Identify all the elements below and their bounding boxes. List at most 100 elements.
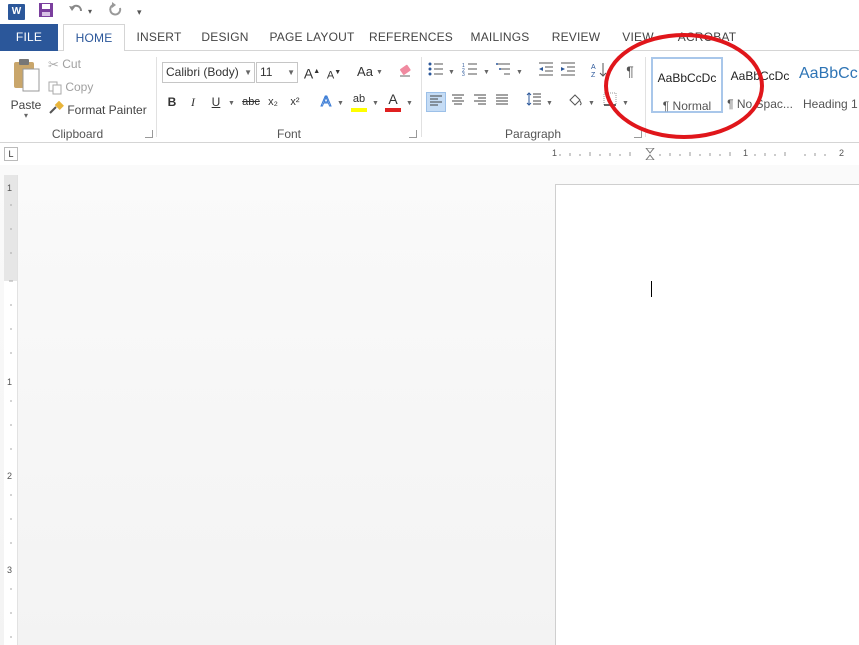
group-divider <box>645 57 646 137</box>
align-center-button[interactable] <box>448 92 468 112</box>
decrease-indent-icon <box>539 62 553 76</box>
tab-file[interactable]: FILE <box>0 24 58 51</box>
borders-button[interactable] <box>600 92 620 112</box>
clipboard-launcher-icon[interactable] <box>145 130 153 138</box>
undo-dropdown-icon[interactable]: ▾ <box>88 2 92 22</box>
chevron-down-icon[interactable]: ▼ <box>337 100 344 107</box>
tab-view[interactable]: VIEW <box>618 24 658 51</box>
customize-icon[interactable]: ▾ <box>137 2 142 22</box>
cut-label: Cut <box>62 57 81 71</box>
paste-label: Paste <box>10 98 42 112</box>
copy-button[interactable]: Copy <box>48 78 93 96</box>
redo-icon[interactable] <box>108 2 124 22</box>
increase-indent-button[interactable] <box>558 62 578 82</box>
line-spacing-button[interactable] <box>524 92 544 112</box>
justify-button[interactable] <box>492 92 512 112</box>
superscript-button[interactable]: x² <box>285 92 305 112</box>
chevron-down-icon[interactable]: ▼ <box>588 100 595 107</box>
style-heading-1-label: Heading 1 <box>803 97 858 111</box>
undo-icon[interactable] <box>68 2 84 22</box>
tab-acrobat[interactable]: ACROBAT <box>672 24 742 51</box>
numbering-button[interactable]: 123 <box>460 62 480 82</box>
borders-icon <box>603 92 617 106</box>
format-painter-label: Format Painter <box>67 103 147 117</box>
decrease-indent-button[interactable] <box>536 62 556 82</box>
text-cursor <box>651 281 652 297</box>
shrink-font-button[interactable]: A▼ <box>324 63 344 83</box>
chevron-down-icon[interactable]: ▼ <box>483 69 490 76</box>
align-center-icon <box>452 94 464 105</box>
subscript-button[interactable]: x₂ <box>263 92 283 112</box>
paragraph-group-label: Paragraph <box>504 127 562 141</box>
chevron-down-icon[interactable]: ▼ <box>376 69 383 76</box>
font-color-button[interactable]: A <box>383 89 403 112</box>
tab-page-layout[interactable]: PAGE LAYOUT <box>268 24 356 51</box>
ruler-label: 1 <box>552 148 558 158</box>
tab-mailings[interactable]: MAILINGS <box>466 24 534 51</box>
bold-button[interactable]: B <box>162 92 182 112</box>
style-heading-1[interactable]: AaBbCc Heading 1 <box>799 57 859 113</box>
text-effects-button[interactable]: A <box>316 92 336 112</box>
cut-button[interactable]: ✂ Cut <box>48 55 81 74</box>
show-formatting-button[interactable]: ¶ <box>620 61 640 81</box>
paste-dropdown-icon[interactable]: ▾ <box>8 112 44 120</box>
chevron-down-icon[interactable]: ▼ <box>516 69 523 76</box>
bullet-list-icon <box>428 62 443 76</box>
ruler-label: 2 <box>839 148 845 158</box>
clear-formatting-button[interactable] <box>396 62 416 82</box>
change-case-button[interactable]: Aa <box>352 62 378 82</box>
style-no-spacing[interactable]: AaBbCcDc ¶ No Spac... <box>727 57 793 113</box>
ruler-label: 1 <box>743 148 749 158</box>
style-normal[interactable]: AaBbCcDc ¶ Normal <box>651 57 723 113</box>
svg-text:Z: Z <box>591 72 596 78</box>
chevron-down-icon[interactable]: ▼ <box>372 100 379 107</box>
chevron-down-icon[interactable]: ▼ <box>622 100 629 107</box>
svg-text:3: 3 <box>462 72 465 76</box>
format-painter-button[interactable]: Format Painter <box>48 101 147 120</box>
strikethrough-button[interactable]: abc <box>240 92 262 112</box>
horizontal-ruler[interactable]: 1 1 2 <box>550 147 859 161</box>
underline-button[interactable]: U <box>206 92 226 112</box>
align-left-icon <box>430 95 442 106</box>
shading-button[interactable] <box>565 92 585 112</box>
copy-label: Copy <box>65 80 94 94</box>
grow-font-icon: A <box>303 65 314 82</box>
chevron-down-icon[interactable]: ▼ <box>228 100 235 107</box>
tab-references[interactable]: REFERENCES <box>368 24 454 51</box>
paragraph-launcher-icon[interactable] <box>634 130 642 138</box>
chevron-down-icon[interactable]: ▼ <box>546 100 553 107</box>
clipboard-group-label: Clipboard <box>51 127 104 141</box>
font-size-value: 11 <box>260 65 273 79</box>
multilevel-list-icon <box>496 63 510 75</box>
highlight-color-bar <box>351 108 367 112</box>
multilevel-list-button[interactable] <box>494 62 514 82</box>
paste-button[interactable]: Paste ▾ <box>8 57 44 123</box>
font-name-value: Calibri (Body) <box>166 65 239 79</box>
chevron-down-icon[interactable]: ▼ <box>406 100 413 107</box>
style-normal-label: ¶ Normal <box>662 99 712 113</box>
sort-icon: AZ <box>591 63 607 79</box>
svg-text:A: A <box>591 64 596 71</box>
save-icon[interactable] <box>38 2 54 22</box>
tab-review[interactable]: REVIEW <box>548 24 604 51</box>
tab-selector[interactable]: L <box>4 147 18 161</box>
sort-button[interactable]: AZ <box>589 62 609 82</box>
vertical-ruler[interactable]: 1 1 2 3 <box>4 175 18 645</box>
italic-button[interactable]: I <box>183 92 203 112</box>
font-launcher-icon[interactable] <box>409 130 417 138</box>
highlight-button[interactable]: ab <box>349 89 369 112</box>
bullets-button[interactable] <box>426 62 446 82</box>
align-right-button[interactable] <box>470 92 490 112</box>
align-left-button[interactable] <box>426 92 446 112</box>
document-page[interactable] <box>555 184 859 645</box>
numbered-list-icon: 123 <box>462 63 477 78</box>
tab-insert[interactable]: INSERT <box>130 24 188 51</box>
styles-gallery: AaBbCcDc ¶ Normal AaBbCcDc ¶ No Spac... … <box>649 55 859 115</box>
tab-home[interactable]: HOME <box>63 24 125 52</box>
chevron-down-icon[interactable]: ▼ <box>448 69 455 76</box>
line-spacing-icon <box>526 92 541 106</box>
grow-font-button[interactable]: A▲ <box>302 62 322 82</box>
font-size-combo[interactable]: 11 ▼ <box>256 62 298 83</box>
tab-design[interactable]: DESIGN <box>196 24 254 51</box>
font-name-combo[interactable]: Calibri (Body) ▼ <box>162 62 255 83</box>
